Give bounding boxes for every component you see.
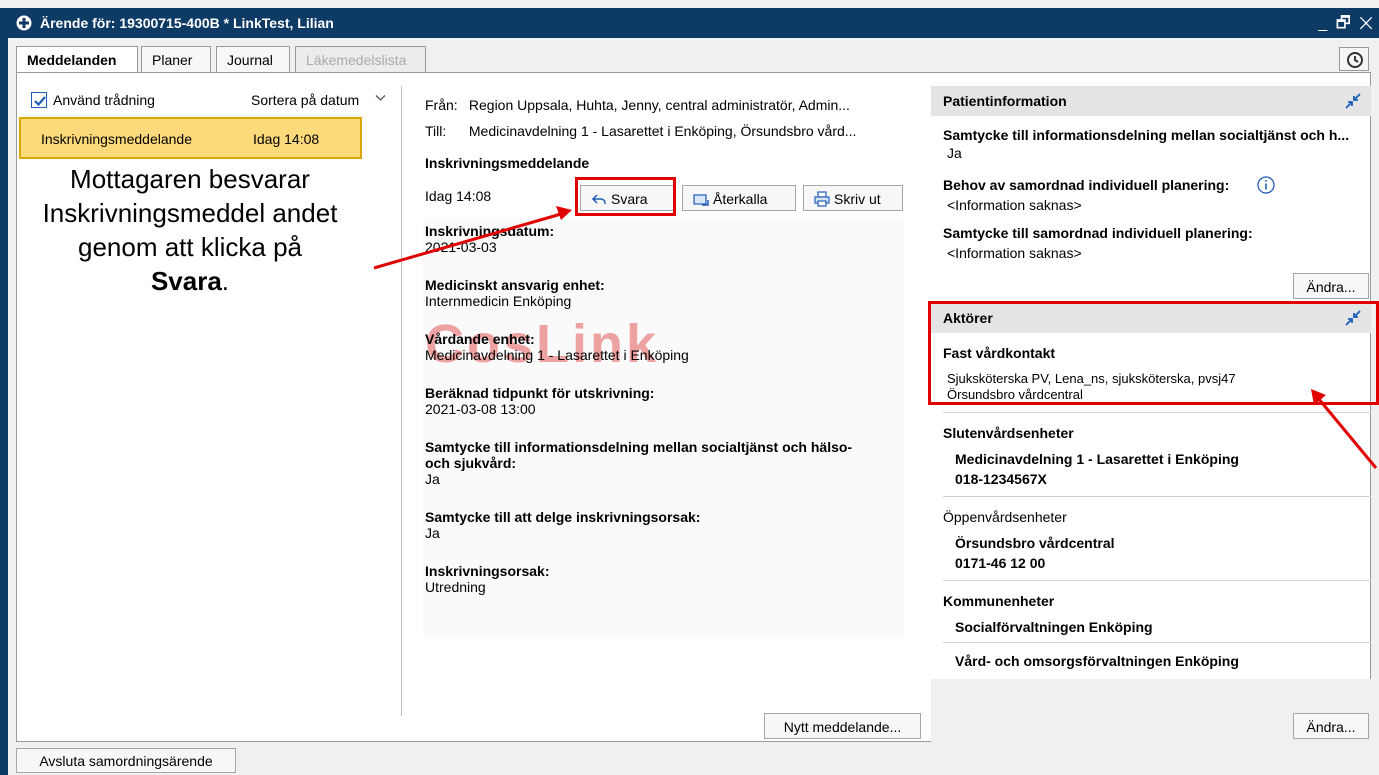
tab-journal[interactable]: Journal <box>216 46 290 72</box>
reply-highlight-box <box>575 177 676 216</box>
message-body: CosLink Inskrivningsdatum: 2021-03-03 Me… <box>423 219 904 637</box>
tab-meddelanden[interactable]: Meddelanden <box>16 46 138 73</box>
tab-label: Meddelanden <box>27 52 117 68</box>
kommun-label: Kommunenheter <box>943 593 1055 609</box>
oppenvard-unit-name: Örsundsbro vårdcentral <box>955 535 1115 551</box>
field-value-inskrivningsorsak: Utredning <box>425 579 486 595</box>
tab-planer[interactable]: Planer <box>141 46 211 72</box>
app-plus-icon <box>16 15 32 31</box>
app-window: Ärende för: 19300715-400B * LinkTest, Li… <box>0 0 1379 775</box>
to-label: Till: <box>425 123 447 139</box>
history-clock-icon <box>1347 52 1363 68</box>
to-line: Till: Medicinavdelning 1 - Lasarettet i … <box>425 123 856 139</box>
from-label: Från: <box>425 97 458 113</box>
threading-checkbox[interactable] <box>31 92 47 108</box>
sip-need-value: <Information saknas> <box>947 197 1082 213</box>
field-label-utskrivning: Beräknad tidpunkt för utskrivning: <box>425 385 655 401</box>
consent-info-label: Samtycke till informationsdelning mellan… <box>943 127 1350 143</box>
panel-divider[interactable] <box>401 86 402 716</box>
field-label-inskrivningsdatum: Inskrivningsdatum: <box>425 223 555 239</box>
separator <box>943 496 1371 497</box>
field-value-samtycke-orsak: Ja <box>425 525 440 541</box>
annotation-text: Mottagaren besvarar Inskrivningsmeddel a… <box>42 164 338 262</box>
message-date: Idag 14:08 <box>425 188 492 204</box>
field-label-samtycke-info-2: och sjukvård: <box>425 455 517 471</box>
separator <box>943 580 1371 581</box>
separator <box>943 642 1371 643</box>
chevron-down-icon[interactable] <box>375 94 386 102</box>
message-list-item-time: Idag 14:08 <box>253 131 320 147</box>
field-value-samtycke-info: Ja <box>425 471 440 487</box>
info-icon[interactable] <box>1257 176 1275 194</box>
patient-panel: Patientinformation Samtycke till informa… <box>931 73 1371 743</box>
kommun-unit-2: Vård- och omsorgsförvaltningen Enköping <box>955 653 1239 669</box>
field-value-utskrivning: 2021-03-08 13:00 <box>425 401 536 417</box>
actors-edit-button[interactable]: Ändra... <box>1293 713 1369 739</box>
field-value-inskrivningsdatum: 2021-03-03 <box>425 239 497 255</box>
window-controls[interactable]: _ 🗗 ✕ <box>1318 12 1375 39</box>
to-value: Medicinavdelning 1 - Lasarettet i Enköpi… <box>468 123 857 139</box>
from-line: Från: Region Uppsala, Huhta, Jenny, cent… <box>425 97 850 113</box>
oppenvard-unit-phone: 0171-46 12 00 <box>955 555 1046 571</box>
slutenvard-unit-name: Medicinavdelning 1 - Lasarettet i Enköpi… <box>955 451 1239 467</box>
from-value: Region Uppsala, Huhta, Jenny, central ad… <box>468 97 850 113</box>
annotation-end: . <box>221 266 230 296</box>
recall-envelope-icon <box>693 194 709 206</box>
instruction-annotation: Mottagaren besvarar Inskrivningsmeddel a… <box>40 162 340 298</box>
field-label-vardande-enhet: Vårdande enhet: <box>425 331 535 347</box>
history-button[interactable] <box>1339 47 1369 71</box>
separator <box>943 412 1371 413</box>
tab-lakemedelslista: Läkemedelslista <box>295 46 426 72</box>
printer-icon <box>814 191 830 207</box>
message-list-item-label: Inskrivningsmeddelande <box>41 131 192 147</box>
title-bar: Ärende för: 19300715-400B * LinkTest, Li… <box>8 8 1379 38</box>
kommun-unit-1: Socialförvaltningen Enköping <box>955 619 1153 635</box>
message-subject: Inskrivningsmeddelande <box>425 155 590 171</box>
recall-button[interactable]: Återkalla <box>682 185 796 211</box>
message-list-item[interactable]: Inskrivningsmeddelande Idag 14:08 <box>19 117 362 159</box>
patient-info-edit-button[interactable]: Ändra... <box>1293 273 1369 299</box>
field-label-samtycke-orsak: Samtycke till att delge inskrivningsorsa… <box>425 509 701 525</box>
field-value-ansvarig-enhet: Internmedicin Enköping <box>425 293 572 309</box>
window-title: Ärende för: 19300715-400B * LinkTest, Li… <box>40 15 334 31</box>
window-left-border <box>0 8 8 775</box>
consent-info-value: Ja <box>947 145 962 161</box>
actors-highlight-box <box>928 301 1379 405</box>
oppenvard-label: Öppenvårdsenheter <box>943 509 1067 525</box>
slutenvard-label: Slutenvårdsenheter <box>943 425 1074 441</box>
recall-button-label: Återkalla <box>713 191 768 207</box>
field-value-vardande-enhet: Medicinavdelning 1 - Lasarettet i Enköpi… <box>425 347 689 363</box>
tab-label: Läkemedelslista <box>306 52 407 68</box>
sip-consent-label: Samtycke till samordnad individuell plan… <box>943 225 1253 241</box>
tab-label: Journal <box>227 52 273 68</box>
patient-info-header: Patientinformation <box>931 86 1371 116</box>
field-label-inskrivningsorsak: Inskrivningsorsak: <box>425 563 550 579</box>
sip-consent-value: <Information saknas> <box>947 245 1082 261</box>
message-view: Från: Region Uppsala, Huhta, Jenny, cent… <box>423 73 923 743</box>
new-message-button[interactable]: Nytt meddelande... <box>764 713 921 739</box>
print-button[interactable]: Skriv ut <box>803 185 903 211</box>
sort-dropdown[interactable]: Sortera på datum <box>251 92 359 108</box>
annotation-bold: Svara <box>150 266 222 296</box>
tab-label: Planer <box>152 52 193 68</box>
field-label-ansvarig-enhet: Medicinskt ansvarig enhet: <box>425 277 605 293</box>
slutenvard-unit-phone: 018-1234567X <box>955 471 1047 487</box>
field-label-samtycke-info: Samtycke till informationsdelning mellan… <box>425 439 853 455</box>
collapse-icon[interactable] <box>1345 93 1361 109</box>
sip-need-label: Behov av samordnad individuell planering… <box>943 177 1230 193</box>
close-case-button[interactable]: Avsluta samordningsärende <box>16 748 236 773</box>
checkmark-icon <box>34 96 46 107</box>
threading-label: Använd trådning <box>53 92 155 108</box>
print-button-label: Skriv ut <box>834 191 881 207</box>
patient-info-title: Patientinformation <box>943 93 1067 109</box>
